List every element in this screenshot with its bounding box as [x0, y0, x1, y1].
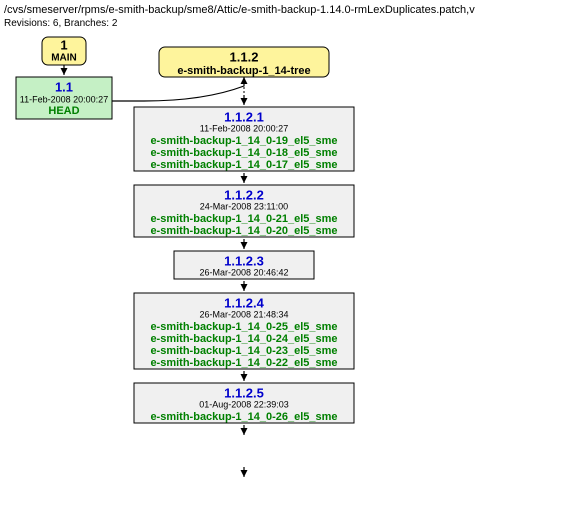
rev-11-2-3-date: 26-Mar-2008 20:46:42 — [199, 267, 288, 277]
node-1-1-2-2[interactable]: 1.1.2.2 24-Mar-2008 23:11:00 e-smith-bac… — [134, 185, 354, 237]
rev-11-2-4-version[interactable]: 1.1.2.4 — [224, 295, 265, 310]
tag: e-smith-backup-1_14_0-25_el5_sme — [150, 321, 337, 333]
rev-11-2-2-version[interactable]: 1.1.2.2 — [224, 187, 264, 202]
tag: e-smith-backup-1_14_0-23_el5_sme — [150, 345, 337, 357]
tag: e-smith-backup-1_14_0-21_el5_sme — [150, 213, 337, 225]
node-1-1-2-4[interactable]: 1.1.2.4 26-Mar-2008 21:48:34 e-smith-bac… — [134, 293, 354, 369]
rev-11-2-2-date: 24-Mar-2008 23:11:00 — [200, 201, 288, 211]
tag: e-smith-backup-1_14_0-20_el5_sme — [150, 225, 337, 237]
rev-11-2-4-date: 26-Mar-2008 21:48:34 — [199, 309, 288, 319]
node-branch-1-1-2[interactable]: 1.1.2 e-smith-backup-1_14-tree — [159, 47, 329, 77]
tag: e-smith-backup-1_14_0-22_el5_sme — [150, 357, 337, 369]
rev-1-1-date: 11-Feb-2008 20:00:27 — [20, 94, 108, 104]
rev-11-2-5-date: 01-Aug-2008 22:39:03 — [199, 399, 289, 409]
rev-11-2-3-version[interactable]: 1.1.2.3 — [224, 253, 264, 268]
rev-11-2-5-version[interactable]: 1.1.2.5 — [224, 385, 264, 400]
tag: e-smith-backup-1_14_0-17_el5_sme — [150, 159, 337, 171]
file-path: /cvs/smeserver/rpms/e-smith-backup/sme8/… — [4, 4, 566, 16]
branch-name: e-smith-backup-1_14-tree — [177, 65, 310, 77]
main-label: MAIN — [51, 53, 77, 64]
main-number: 1 — [60, 37, 67, 52]
node-main[interactable]: 1 MAIN — [42, 37, 86, 65]
revision-graph: 1 MAIN 1.1 11-Feb-2008 20:00:27 HEAD 1.1… — [4, 33, 562, 517]
node-1-1-2-3[interactable]: 1.1.2.3 26-Mar-2008 20:46:42 — [174, 251, 314, 279]
edge — [112, 77, 244, 101]
tag: e-smith-backup-1_14_0-24_el5_sme — [150, 333, 337, 345]
node-1-1-2-5[interactable]: 1.1.2.5 01-Aug-2008 22:39:03 e-smith-bac… — [134, 383, 354, 423]
revisions-meta: Revisions: 6, Branches: 2 — [4, 18, 566, 29]
node-1-1[interactable]: 1.1 11-Feb-2008 20:00:27 HEAD — [16, 77, 112, 119]
rev-1-1-head: HEAD — [48, 105, 79, 117]
rev-11-2-1-date: 11-Feb-2008 20:00:27 — [200, 123, 288, 133]
tag: e-smith-backup-1_14_0-18_el5_sme — [150, 147, 337, 159]
rev-11-2-1-version[interactable]: 1.1.2.1 — [224, 109, 264, 124]
tag: e-smith-backup-1_14_0-26_el5_sme — [150, 411, 337, 423]
tag: e-smith-backup-1_14_0-19_el5_sme — [150, 135, 337, 147]
rev-1-1-version[interactable]: 1.1 — [55, 79, 73, 94]
branch-version: 1.1.2 — [230, 49, 259, 64]
node-1-1-2-1[interactable]: 1.1.2.1 11-Feb-2008 20:00:27 e-smith-bac… — [134, 107, 354, 171]
